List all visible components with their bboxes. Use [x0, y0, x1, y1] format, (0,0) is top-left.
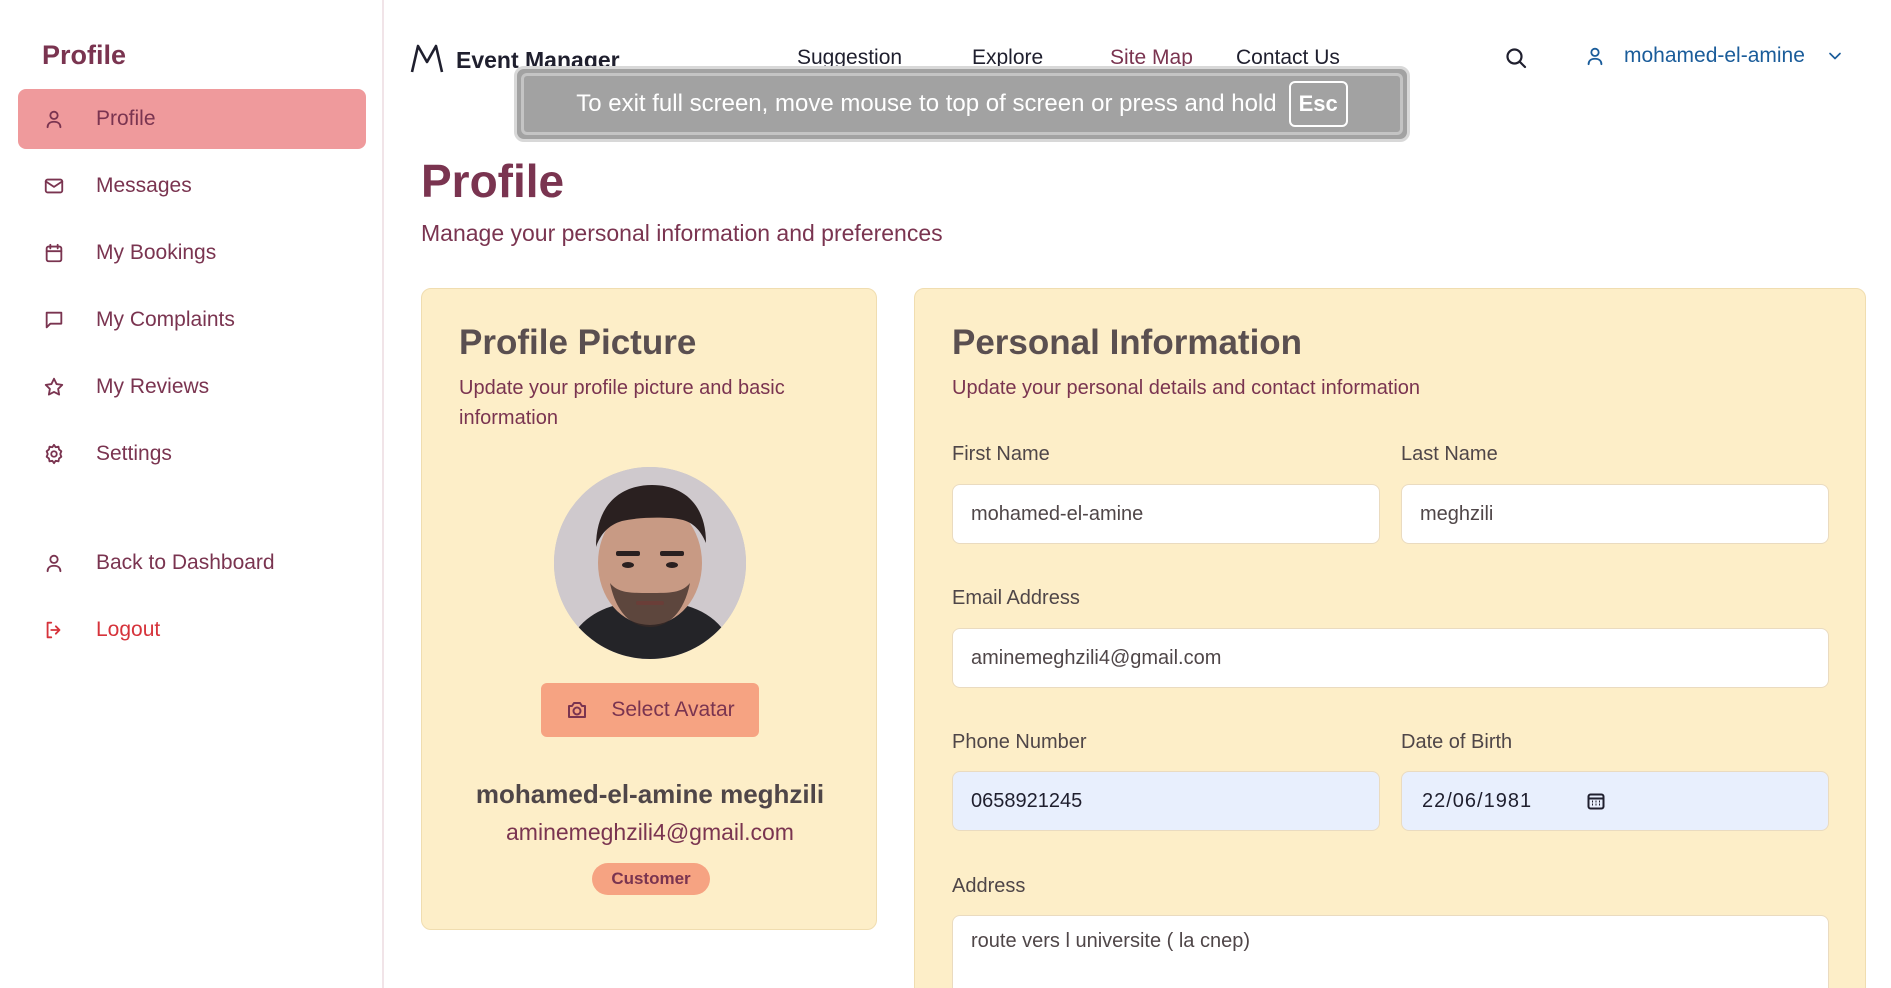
- mountain-logo-icon: [410, 42, 444, 79]
- gear-icon: [42, 442, 66, 466]
- sidebar-item-label: My Bookings: [96, 241, 217, 264]
- page-title: Profile: [421, 155, 565, 207]
- sidebar-item-label: Logout: [96, 618, 161, 641]
- email-label: Email Address: [952, 587, 1080, 609]
- mail-icon: [42, 174, 66, 198]
- sidebar-item-messages[interactable]: Messages: [18, 156, 366, 216]
- dob-label: Date of Birth: [1401, 731, 1513, 753]
- search-icon: [1504, 48, 1528, 74]
- card-title: Profile Picture: [459, 323, 697, 362]
- date-of-birth-field[interactable]: 22/06/1981: [1401, 771, 1829, 831]
- role-badge: Customer: [592, 863, 710, 895]
- user-icon: [42, 107, 66, 131]
- card-title: Personal Information: [952, 323, 1303, 362]
- message-square-icon: [42, 308, 66, 332]
- chevron-down-icon: [1829, 52, 1841, 60]
- select-avatar-label: Select Avatar: [611, 698, 735, 721]
- sidebar-item-profile[interactable]: Profile: [18, 89, 366, 149]
- user-menu[interactable]: mohamed-el-amine: [1584, 44, 1845, 68]
- calendar-icon: [42, 241, 66, 265]
- user-icon: [1587, 47, 1603, 66]
- sidebar-item-label: My Reviews: [96, 375, 210, 398]
- star-icon: [42, 375, 66, 399]
- phone-field[interactable]: [952, 771, 1380, 831]
- sidebar-item-label: Back to Dashboard: [96, 551, 275, 574]
- personal-information-card: Personal Information Update your persona…: [914, 288, 1866, 988]
- first-name-label: First Name: [952, 443, 1050, 465]
- profile-email: aminemeghzili4@gmail.com: [506, 819, 794, 845]
- user-menu-name: mohamed-el-amine: [1624, 44, 1805, 67]
- esc-key-badge: Esc: [1288, 81, 1348, 127]
- fullscreen-toast-message: To exit full screen, move mouse to top o…: [576, 90, 1277, 117]
- sidebar-item-my-bookings[interactable]: My Bookings: [18, 223, 366, 283]
- phone-label: Phone Number: [952, 731, 1087, 753]
- sidebar-item-label: Settings: [96, 442, 172, 465]
- avatar: [554, 467, 746, 659]
- first-name-field[interactable]: [952, 484, 1380, 544]
- profile-picture-card: Profile Picture Update your profile pict…: [421, 288, 877, 930]
- card-description: Update your personal details and contact…: [952, 377, 1421, 399]
- sidebar-item-settings[interactable]: Settings: [18, 424, 366, 484]
- search-button[interactable]: [1504, 46, 1532, 74]
- sidebar-item-label: Profile: [96, 107, 156, 130]
- sidebar-item-my-reviews[interactable]: My Reviews: [18, 357, 366, 417]
- last-name-label: Last Name: [1401, 443, 1498, 465]
- logout-icon: [42, 618, 66, 642]
- last-name-field[interactable]: [1401, 484, 1829, 544]
- email-field[interactable]: [952, 628, 1829, 688]
- select-avatar-button[interactable]: Select Avatar: [541, 683, 759, 737]
- date-of-birth-value: 22/06/1981: [1422, 789, 1533, 812]
- page-subtitle: Manage your personal information and pre…: [421, 220, 943, 246]
- user-icon: [42, 551, 66, 575]
- address-label: Address: [952, 875, 1026, 897]
- sidebar-item-label: Messages: [96, 174, 192, 197]
- sidebar-item-back-to-dashboard[interactable]: Back to Dashboard: [18, 533, 366, 593]
- logout-button[interactable]: Logout: [18, 600, 366, 660]
- camera-icon: [568, 702, 587, 718]
- sidebar: Profile Profile Messages My Bookings My …: [0, 0, 384, 988]
- sidebar-item-label: My Complaints: [96, 308, 235, 331]
- fullscreen-exit-toast: To exit full screen, move mouse to top o…: [514, 66, 1410, 142]
- profile-full-name: mohamed-el-amine meghzili: [475, 779, 825, 809]
- address-field[interactable]: route vers l universite ( la cnep): [952, 915, 1829, 988]
- sidebar-item-my-complaints[interactable]: My Complaints: [18, 290, 366, 350]
- calendar-icon[interactable]: [1586, 791, 1606, 811]
- sidebar-title: Profile: [42, 40, 127, 70]
- card-description: Update your profile picture and basic in…: [459, 377, 785, 429]
